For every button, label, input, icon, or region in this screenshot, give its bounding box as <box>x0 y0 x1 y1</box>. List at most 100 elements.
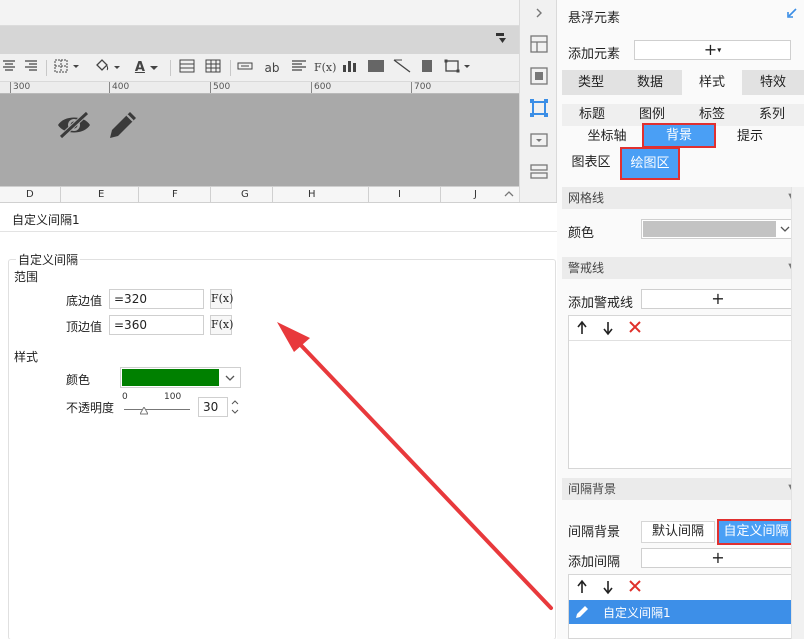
chevron-down-icon[interactable] <box>222 370 238 390</box>
add-warning-line-label: 添加警戒线 <box>568 296 634 311</box>
tab-plot-area[interactable]: 绘图区 <box>620 147 680 180</box>
interval-item-label: 自定义间隔1 <box>603 606 671 620</box>
property-panel: 悬浮元素 添加元素 +▾ 类型 数据 样式 特效 标题 图例 标签 系列 坐标轴… <box>557 0 804 639</box>
document-tab-strip <box>0 0 519 26</box>
style-label: 样式 <box>14 350 39 364</box>
tab-title[interactable]: 标题 <box>562 104 622 126</box>
warning-line-section-title: 警戒线 <box>568 261 605 275</box>
column-header[interactable]: H <box>308 189 316 200</box>
plus-icon: + <box>703 40 718 59</box>
border-icon[interactable] <box>54 59 82 77</box>
widget-icon[interactable] <box>529 130 549 150</box>
move-down-icon[interactable] <box>602 579 614 598</box>
paragraph-icon[interactable] <box>290 59 308 77</box>
float-element-panel-icon[interactable] <box>529 98 549 118</box>
warning-line-section-header[interactable]: 警戒线 ▼ <box>562 257 804 279</box>
interval-list-item[interactable]: 自定义间隔1 <box>569 600 794 624</box>
interval-bg-section-header[interactable]: 间隔背景 ▼ <box>562 478 804 500</box>
chart-icon[interactable] <box>340 59 358 77</box>
opacity-slider[interactable] <box>124 405 190 415</box>
horizontal-ruler: 300 400 500 600 700 <box>0 82 519 94</box>
cell-properties-icon[interactable] <box>529 34 549 54</box>
tab-legend[interactable]: 图例 <box>622 104 682 126</box>
gridline-section-header[interactable]: 网格线 ▼ <box>562 187 804 209</box>
custom-interval-dialog: 自定义间隔1 自定义间隔 范围 底边值 =320 F(x) 顶边值 =360 F… <box>0 202 557 639</box>
column-header-row: D E F G H I J <box>0 186 519 203</box>
group-legend: 自定义间隔 <box>16 251 81 268</box>
report-canvas <box>0 94 519 186</box>
font-color-icon[interactable]: A <box>132 59 162 77</box>
color-picker[interactable] <box>120 367 241 388</box>
merge-cells-icon[interactable] <box>178 59 196 77</box>
ruler-label: 500 <box>210 82 230 93</box>
bottom-value-label: 底边值 <box>66 294 103 308</box>
tab-background[interactable]: 背景 <box>642 123 716 148</box>
move-up-icon[interactable] <box>576 579 588 598</box>
edit-icon[interactable] <box>574 604 590 624</box>
chevron-down-icon[interactable] <box>778 222 792 240</box>
tab-data[interactable]: 数据 <box>620 72 680 94</box>
fill-color-icon[interactable] <box>94 59 122 77</box>
tab-type[interactable]: 类型 <box>562 72 620 94</box>
add-warning-line-button[interactable]: + <box>641 289 795 309</box>
add-interval-label: 添加间隔 <box>568 555 621 570</box>
scroll-up-icon[interactable] <box>503 189 515 202</box>
bottom-formula-button[interactable]: F(x) <box>210 289 233 309</box>
move-down-icon[interactable] <box>602 320 614 339</box>
collapse-panel-icon[interactable] <box>529 5 549 25</box>
align-center-icon[interactable] <box>2 59 16 77</box>
tab-chart-area[interactable]: 图表区 <box>565 152 617 174</box>
tab-label[interactable]: 标签 <box>682 104 742 126</box>
add-element-button[interactable]: +▾ <box>634 40 791 60</box>
dialog-title: 自定义间隔1 <box>12 213 80 227</box>
custom-interval-button[interactable]: 自定义间隔 <box>717 519 795 545</box>
opacity-input[interactable]: 30 <box>198 397 228 417</box>
tab-axis[interactable]: 坐标轴 <box>577 126 637 148</box>
page-icon[interactable] <box>418 59 436 77</box>
eye-off-icon[interactable] <box>56 110 92 144</box>
gridline-color-picker[interactable] <box>641 219 795 239</box>
top-value-input[interactable]: =360 <box>109 315 204 335</box>
delete-icon[interactable] <box>628 579 642 596</box>
column-header[interactable]: E <box>98 189 104 200</box>
cell-element-icon[interactable] <box>529 66 549 86</box>
move-up-icon[interactable] <box>576 320 588 339</box>
pencil-icon[interactable] <box>106 108 140 146</box>
opacity-label: 不透明度 <box>66 401 115 415</box>
slider-thumb[interactable] <box>138 404 149 419</box>
align-right-icon[interactable] <box>24 59 38 77</box>
color-swatch <box>122 369 219 386</box>
ruler-label: 600 <box>311 82 331 93</box>
column-header[interactable]: D <box>26 189 34 200</box>
opacity-stepper[interactable] <box>229 397 241 417</box>
tab-tooltip[interactable]: 提示 <box>719 126 781 148</box>
image-icon[interactable] <box>366 59 386 77</box>
default-interval-button[interactable]: 默认间隔 <box>641 521 715 543</box>
range-label: 范围 <box>14 270 39 284</box>
collapse-arrow-icon[interactable] <box>786 7 798 23</box>
tab-effect[interactable]: 特效 <box>744 72 802 94</box>
ruler-label: 400 <box>109 82 129 93</box>
dock-icon[interactable] <box>495 32 507 47</box>
column-header[interactable]: I <box>398 189 401 200</box>
interval-bg-section-title: 间隔背景 <box>568 482 617 496</box>
table-icon[interactable] <box>204 59 222 77</box>
slash-cell-icon[interactable] <box>392 59 412 77</box>
delete-icon[interactable] <box>628 320 642 337</box>
formula-icon[interactable]: F(x) <box>314 59 336 77</box>
column-header[interactable]: J <box>474 189 477 200</box>
divider <box>0 231 557 232</box>
column-header[interactable]: F <box>172 189 178 200</box>
ruler-label: 700 <box>411 82 431 93</box>
add-interval-button[interactable]: + <box>641 548 795 568</box>
tab-style[interactable]: 样式 <box>682 70 742 95</box>
text-icon[interactable]: ab <box>262 59 282 77</box>
column-header[interactable]: G <box>241 189 249 200</box>
panel-scrollbar[interactable] <box>791 187 804 639</box>
tab-series[interactable]: 系列 <box>742 104 802 126</box>
text-field-icon[interactable] <box>236 59 254 77</box>
float-element-icon[interactable] <box>444 59 472 77</box>
bottom-value-input[interactable]: =320 <box>109 289 204 309</box>
layers-icon[interactable] <box>529 162 549 182</box>
top-formula-button[interactable]: F(x) <box>210 315 233 335</box>
